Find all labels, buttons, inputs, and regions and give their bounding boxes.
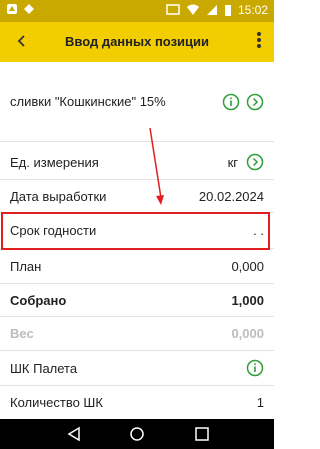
row-value: 1 [256, 395, 264, 410]
back-button[interactable] [8, 28, 36, 56]
row-barcode-count: Количество ШК 1 [0, 386, 274, 419]
system-nav-bar [0, 419, 274, 449]
back-arrow-icon [17, 35, 25, 47]
row-label: Вес [10, 326, 34, 341]
row-collected[interactable]: Собрано 1,000 [0, 284, 274, 317]
info-icon[interactable] [222, 93, 240, 111]
row-label: Ед. измерения [10, 154, 99, 170]
row-value: 20.02.2024 [198, 188, 264, 204]
nav-recents-icon[interactable] [194, 426, 210, 442]
signal-icon [206, 5, 217, 15]
row-label: Количество ШК [10, 395, 103, 410]
row-plan: План 0,000 [0, 250, 274, 284]
row-label: Дата выработки [10, 188, 107, 204]
row-unit[interactable]: Ед. измерения кг [0, 145, 274, 180]
status-bar: 15:02 [0, 0, 274, 22]
cast-icon [166, 4, 180, 15]
product-name: сливки "Кошкинские" 15% [10, 94, 166, 109]
app-bar: Ввод данных позиции [0, 22, 274, 62]
info-icon[interactable] [246, 359, 264, 377]
clock: 15:02 [237, 3, 268, 17]
battery-icon [224, 4, 231, 16]
highlight-box [1, 212, 270, 250]
row-value: 0,000 [231, 326, 264, 341]
product-row: сливки "Кошкинские" 15% [0, 62, 274, 142]
notification-icon [7, 4, 17, 14]
chevron-right-icon[interactable] [246, 153, 264, 171]
row-value: кг [227, 154, 238, 170]
chevron-right-icon[interactable] [246, 93, 264, 111]
row-label: План [10, 259, 42, 274]
page-title: Ввод данных позиции [64, 34, 210, 49]
overflow-menu-button[interactable] [252, 30, 266, 54]
row-label: ШК Палета [10, 360, 78, 376]
nav-back-icon[interactable] [66, 426, 82, 442]
row-label: Собрано [10, 292, 67, 308]
wifi-icon [186, 4, 199, 15]
diamond-icon [24, 4, 34, 14]
row-pallet-barcode[interactable]: ШК Палета [0, 351, 274, 386]
nav-home-icon[interactable] [129, 426, 145, 442]
row-value: 0,000 [231, 259, 264, 274]
row-weight: Вес 0,000 [0, 317, 274, 351]
row-value: 1,000 [231, 292, 264, 308]
row-production-date[interactable]: Дата выработки 20.02.2024 [0, 180, 274, 213]
